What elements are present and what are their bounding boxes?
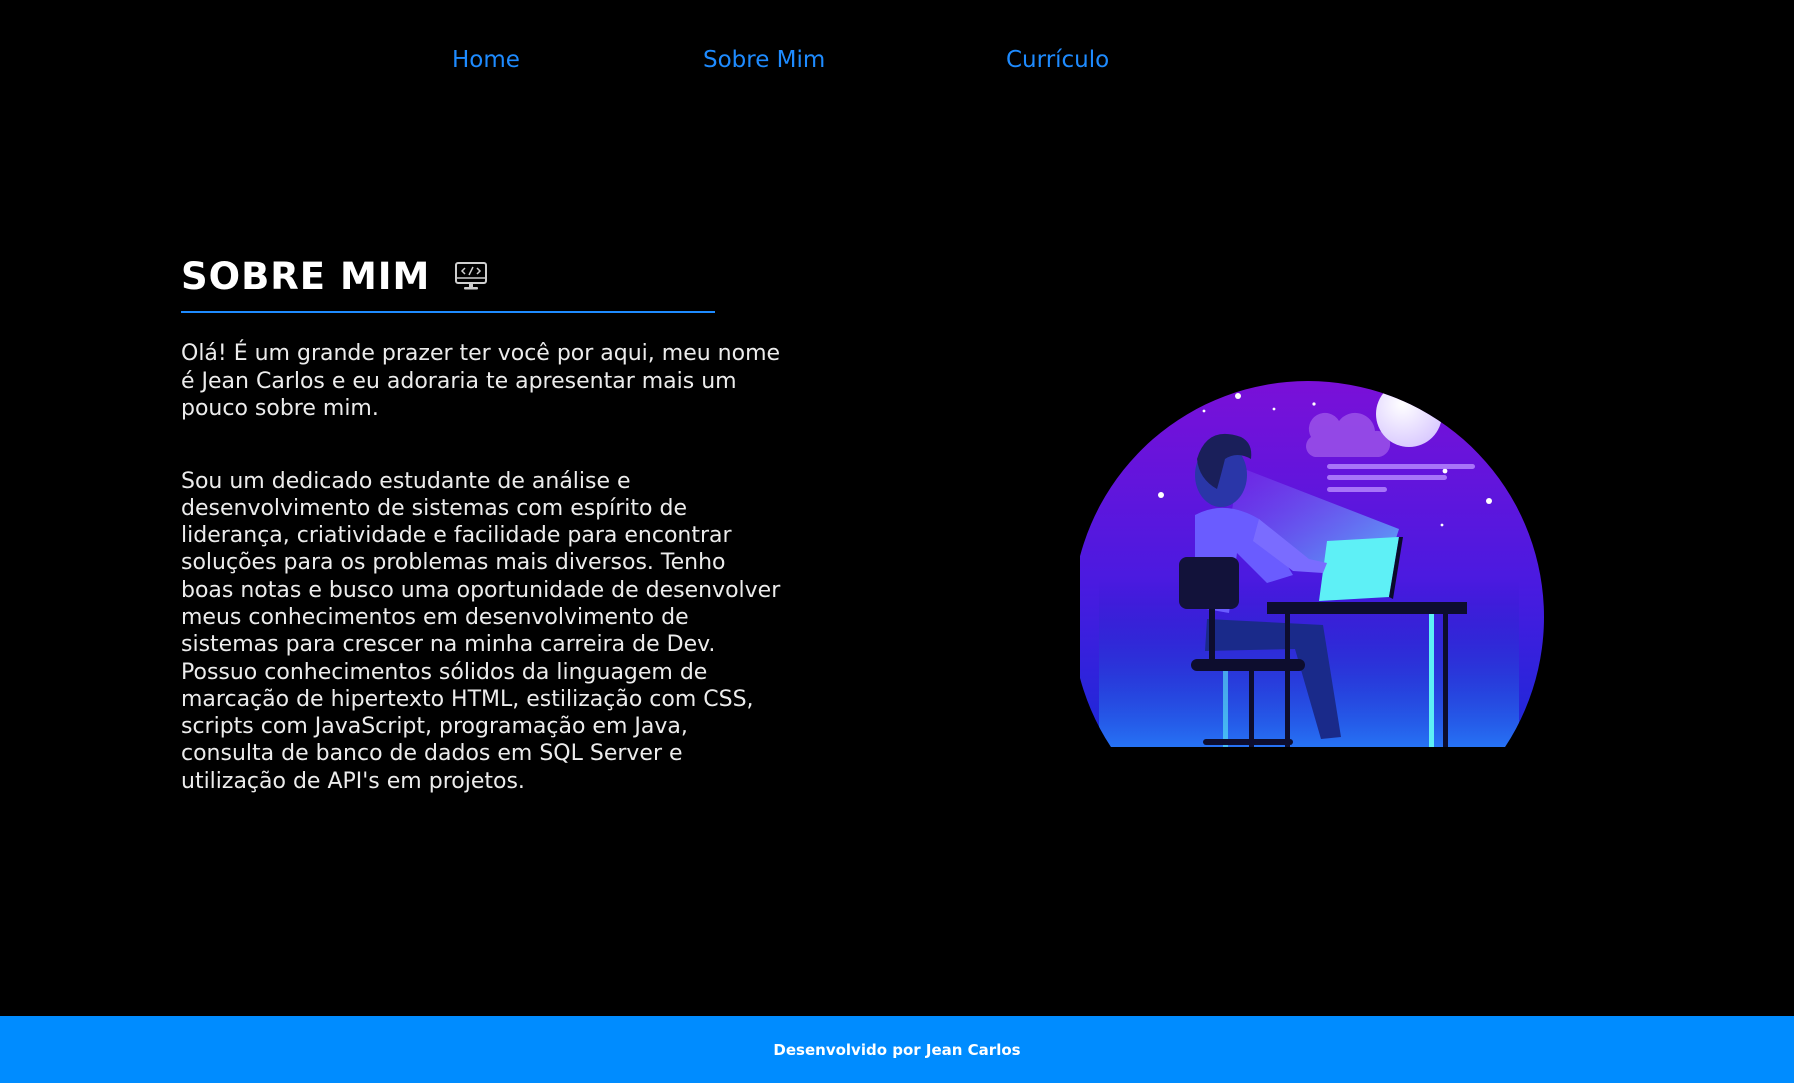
developer-at-desk-night-illustration — [1072, 328, 1600, 768]
intro-paragraph: Olá! É um grande prazer ter você por aqu… — [181, 341, 781, 421]
top-nav: Home Sobre Mim Currículo — [0, 40, 1794, 80]
title-underline — [181, 311, 715, 313]
nav-link-home[interactable]: Home — [452, 40, 520, 80]
about-section: SOBRE MIM Olá! É um grande prazer ter vo… — [181, 248, 781, 795]
section-title: SOBRE MIM — [181, 254, 431, 298]
section-header: SOBRE MIM — [181, 248, 781, 304]
footer-credit: Desenvolvido por Jean Carlos — [773, 1040, 1021, 1059]
nav-link-sobre-mim[interactable]: Sobre Mim — [703, 40, 825, 80]
page: Home Sobre Mim Currículo SOBRE MIM Olá! … — [0, 0, 1794, 1083]
bio-paragraph: Sou um dedicado estudante de análise e d… — [181, 468, 781, 794]
monitor-code-icon — [454, 261, 488, 291]
nav-link-curriculo[interactable]: Currículo — [1006, 40, 1109, 80]
footer: Desenvolvido por Jean Carlos — [0, 1016, 1794, 1083]
